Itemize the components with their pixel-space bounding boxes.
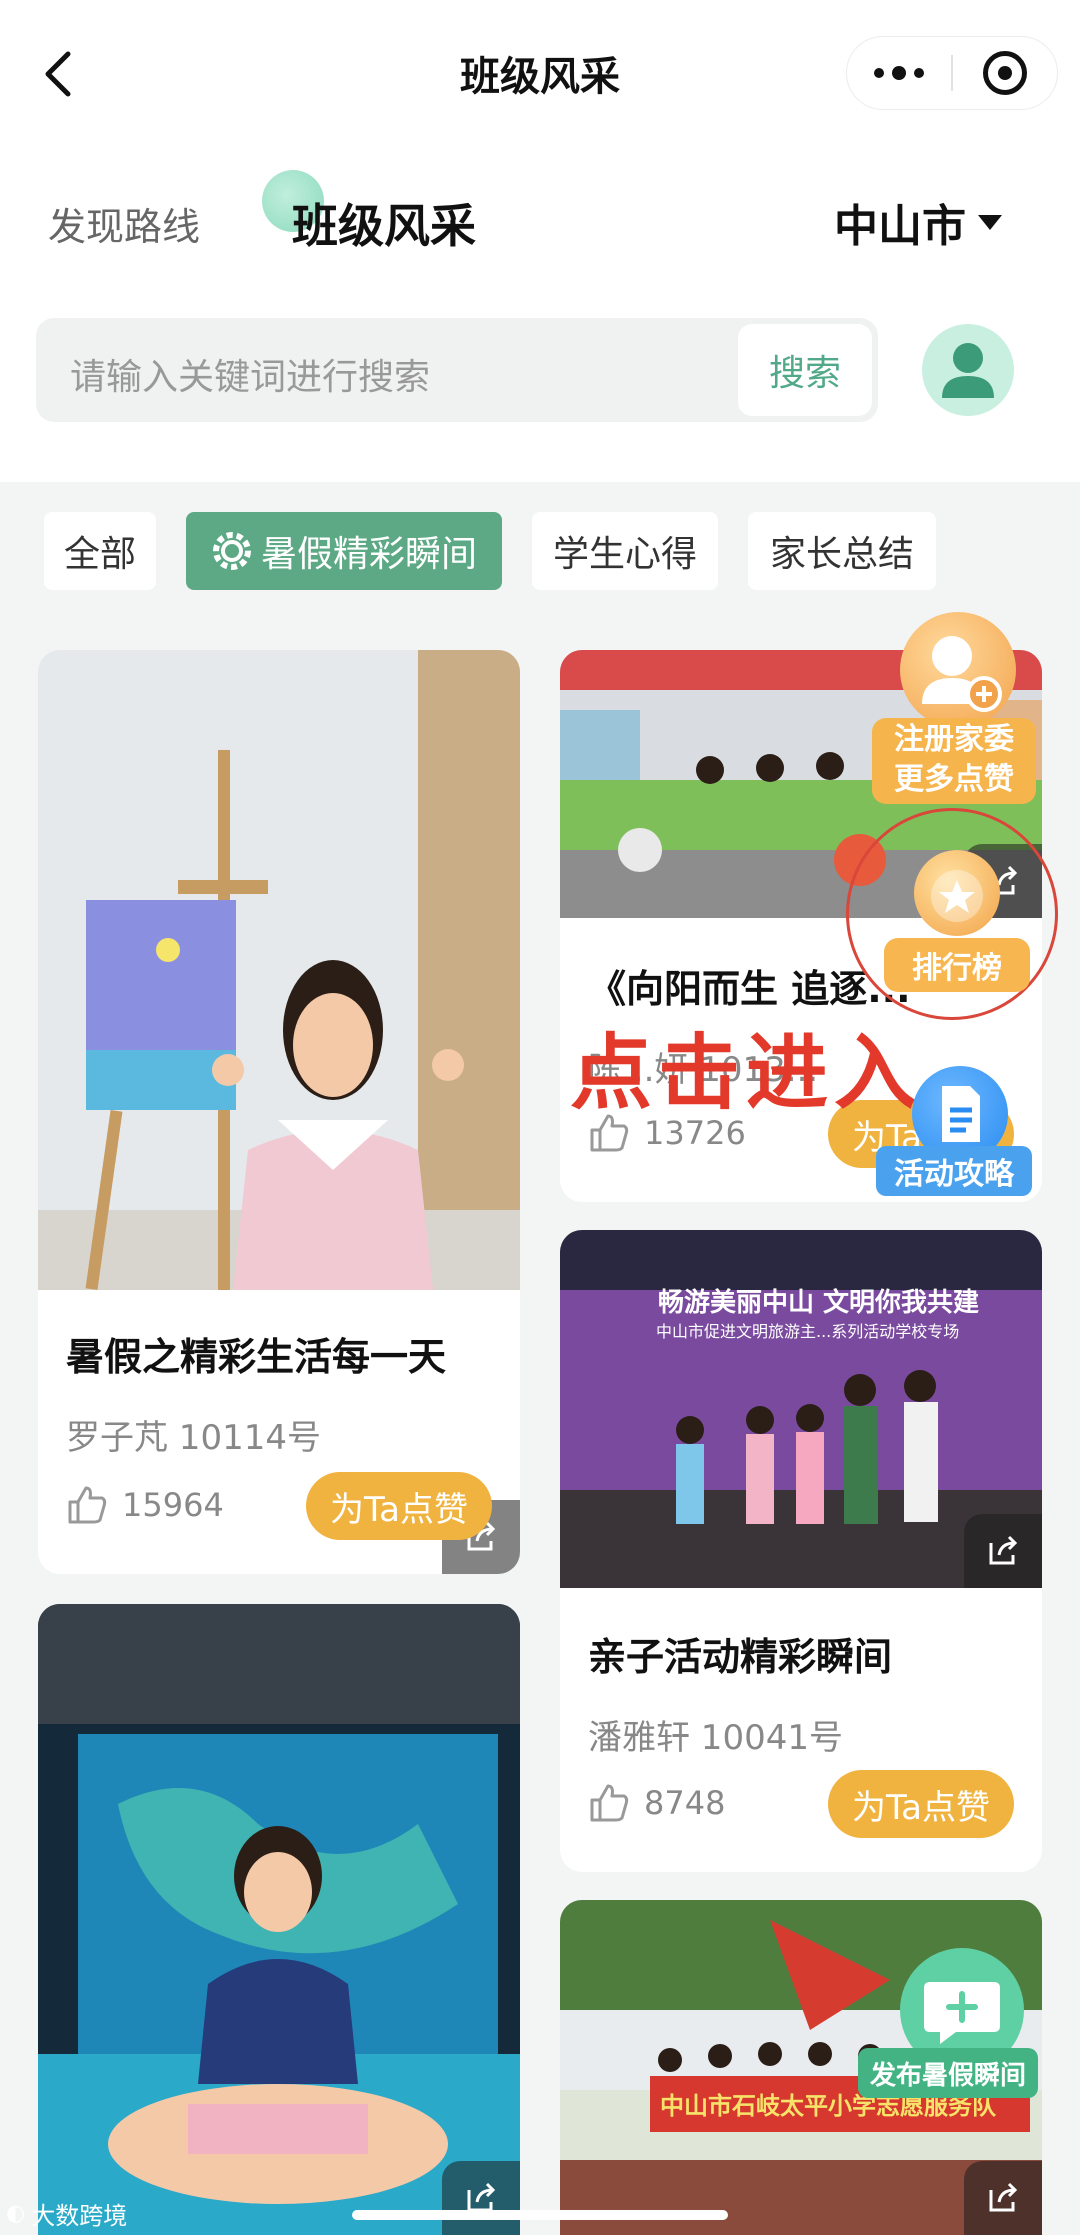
like-button[interactable]: 为Ta点赞	[828, 1770, 1014, 1838]
post-author: 罗子芃 10114号	[66, 1418, 321, 1458]
close-miniprogram-icon[interactable]	[953, 51, 1057, 95]
activity-guide-label: 活动攻略	[876, 1146, 1032, 1196]
leaderboard-label: 排行榜	[884, 938, 1030, 992]
search-input[interactable]: 请输入关键词进行搜索	[70, 348, 430, 400]
register-parent-committee-button[interactable]: 注册家委 更多点赞	[872, 612, 1042, 804]
category-parent-summary[interactable]: 家长总结	[748, 512, 936, 590]
post-title: 亲子活动精彩瞬间	[588, 1635, 893, 1679]
post-card[interactable]	[38, 1604, 520, 2235]
share-icon[interactable]	[442, 2161, 520, 2235]
tab-class-style[interactable]: 班级风采	[292, 190, 476, 256]
category-summer-moments[interactable]: 暑假精彩瞬间	[186, 512, 502, 590]
post-author: 潘雅轩 10041号	[588, 1718, 843, 1758]
post-moment-button[interactable]: 发布暑假瞬间	[858, 1948, 1044, 2098]
post-title: 暑假之精彩生活每一天	[66, 1335, 447, 1379]
leaderboard-button[interactable]: 排行榜	[884, 850, 1034, 1000]
user-avatar-icon[interactable]	[922, 324, 1014, 416]
register-label: 注册家委 更多点赞	[872, 718, 1036, 804]
watermark-logo-icon: ◐	[6, 2201, 26, 2226]
banner-line1: 畅游美丽中山 文明你我共建	[658, 1288, 980, 1318]
category-student-notes[interactable]: 学生心得	[532, 512, 718, 590]
like-count-value: 8748	[644, 1784, 726, 1822]
add-user-icon	[900, 612, 1016, 728]
activity-guide-button[interactable]: 活动攻略	[876, 1066, 1036, 1198]
tab-discover-route[interactable]: 发现路线	[48, 196, 200, 251]
watermark: ◐ 大数跨境	[6, 2196, 127, 2231]
like-count-value: 15964	[122, 1486, 224, 1524]
city-selector[interactable]: 中山市	[834, 190, 1002, 254]
annotation-text: 点击进入	[570, 1026, 923, 1121]
home-indicator	[352, 2210, 728, 2220]
mini-program-capsule	[846, 36, 1058, 110]
gear-icon	[212, 532, 251, 570]
like-button[interactable]: 为Ta点赞	[306, 1472, 492, 1540]
more-icon[interactable]	[847, 37, 951, 109]
post-moment-label: 发布暑假瞬间	[858, 2048, 1038, 2098]
category-label: 暑假精彩瞬间	[260, 534, 477, 575]
search-button[interactable]: 搜索	[738, 324, 872, 416]
city-name: 中山市	[834, 201, 966, 252]
caret-down-icon	[978, 214, 1002, 230]
thumbs-up-icon	[68, 1486, 107, 1524]
banner-line2: 中山市促进文明旅游主...系列活动学校专场	[656, 1322, 960, 1341]
category-all[interactable]: 全部	[44, 512, 156, 590]
medal-icon	[914, 850, 1000, 936]
share-icon[interactable]	[964, 2161, 1042, 2235]
post-photo	[38, 1604, 520, 2235]
watermark-text: 大数跨境	[31, 2202, 128, 2230]
like-count: 8748	[588, 1782, 725, 1824]
search-bar: 请输入关键词进行搜索 搜索	[36, 318, 878, 422]
post-card[interactable]: 畅游美丽中山 文明你我共建 中山市促进文明旅游主...系列活动学校专场 亲子活动…	[560, 1230, 1042, 1872]
share-icon[interactable]	[964, 1514, 1042, 1588]
like-count: 15964	[66, 1484, 224, 1526]
thumbs-up-icon	[590, 1784, 629, 1822]
post-photo	[38, 650, 520, 1290]
post-card[interactable]: 暑假之精彩生活每一天 罗子芃 10114号 15964 为Ta点赞	[38, 650, 520, 1574]
